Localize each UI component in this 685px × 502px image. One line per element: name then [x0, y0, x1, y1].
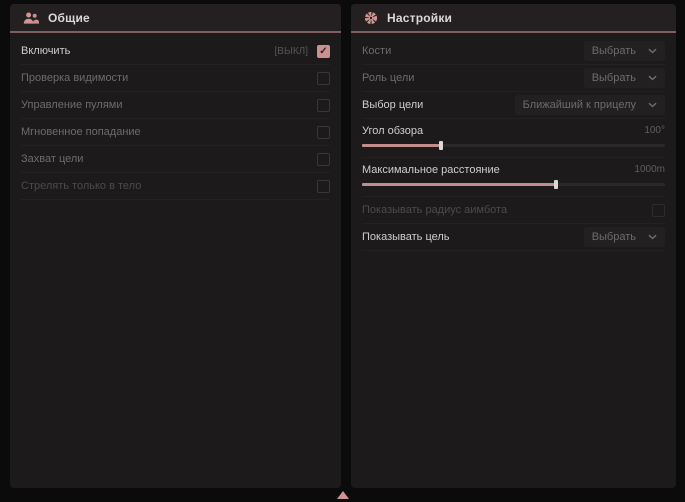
- row-label: Мгновенное попадание: [21, 126, 141, 138]
- bullet-control-checkbox[interactable]: ✓: [317, 99, 330, 112]
- target-role-dropdown[interactable]: Выбрать: [584, 68, 665, 88]
- slider-fill: [362, 183, 556, 186]
- hotkey-badge: [ВЫКЛ]: [275, 46, 308, 57]
- aimbot-radius-checkbox: ✓: [652, 204, 665, 217]
- row-fov: Угол обзора 100°: [362, 119, 665, 158]
- users-icon: [23, 11, 39, 25]
- row-label: Показывать радиус аимбота: [362, 204, 507, 216]
- target-select-dropdown[interactable]: Ближайший к прицелу: [515, 95, 665, 115]
- row-label: Кости: [362, 45, 391, 57]
- panel-settings-header: Настройки: [351, 4, 676, 31]
- row-label: Стрелять только в тело: [21, 180, 141, 192]
- check-icon: ✓: [319, 46, 327, 57]
- row-label: Роль цели: [362, 72, 414, 84]
- row-label: Управление пулями: [21, 99, 123, 111]
- slider-value: 1000m: [634, 164, 665, 175]
- chevron-down-icon: [648, 234, 657, 240]
- row-label: Максимальное расстояние: [362, 164, 500, 176]
- body-only-checkbox[interactable]: ✓: [317, 180, 330, 193]
- dropdown-value: Выбрать: [592, 45, 636, 57]
- row-label: Захват цели: [21, 153, 83, 165]
- panel-settings-title: Настройки: [387, 11, 452, 25]
- row-target-role: Роль цели Выбрать: [362, 65, 665, 92]
- dropdown-value: Выбрать: [592, 231, 636, 243]
- row-label: Выбор цели: [362, 99, 423, 111]
- row-show-aimbot-radius: Показывать радиус аимбота ✓: [362, 197, 665, 224]
- chevron-up-icon[interactable]: [337, 491, 349, 499]
- panel-general-header: Общие: [10, 4, 341, 31]
- bones-dropdown[interactable]: Выбрать: [584, 41, 665, 61]
- show-target-dropdown[interactable]: Выбрать: [584, 227, 665, 247]
- settings-rows: Кости Выбрать Роль цели Выбрать: [351, 33, 676, 251]
- row-max-distance: Максимальное расстояние 1000m: [362, 158, 665, 197]
- slider-value: 100°: [644, 125, 665, 136]
- gear-icon: [364, 11, 378, 25]
- panel-general-title: Общие: [48, 11, 90, 25]
- row-visibility-check[interactable]: Проверка видимости ✓: [21, 65, 330, 92]
- row-target-select: Выбор цели Ближайший к прицелу: [362, 92, 665, 119]
- row-instant-hit[interactable]: Мгновенное попадание ✓: [21, 119, 330, 146]
- row-label: Показывать цель: [362, 231, 450, 243]
- row-label: Включить: [21, 45, 70, 57]
- panel-settings: Настройки Кости Выбрать Роль цели Выбрат…: [351, 4, 676, 488]
- row-bullet-control[interactable]: Управление пулями ✓: [21, 92, 330, 119]
- fov-slider[interactable]: [362, 141, 665, 150]
- chevron-down-icon: [648, 48, 657, 54]
- dropdown-value: Выбрать: [592, 72, 636, 84]
- general-rows: Включить [ВЫКЛ] ✓ Проверка видимости ✓ У…: [10, 33, 341, 200]
- target-lock-checkbox[interactable]: ✓: [317, 153, 330, 166]
- slider-fill: [362, 144, 441, 147]
- panel-general: Общие Включить [ВЫКЛ] ✓ Проверка видимос…: [10, 4, 341, 488]
- max-distance-slider[interactable]: [362, 180, 665, 189]
- row-show-target: Показывать цель Выбрать: [362, 224, 665, 251]
- chevron-down-icon: [648, 102, 657, 108]
- row-label: Проверка видимости: [21, 72, 128, 84]
- row-enable[interactable]: Включить [ВЫКЛ] ✓: [21, 38, 330, 65]
- dropdown-value: Ближайший к прицелу: [523, 99, 636, 111]
- slider-thumb[interactable]: [439, 141, 443, 150]
- row-target-lock[interactable]: Захват цели ✓: [21, 146, 330, 173]
- visibility-checkbox[interactable]: ✓: [317, 72, 330, 85]
- row-body-only[interactable]: Стрелять только в тело ✓: [21, 173, 330, 200]
- row-label: Угол обзора: [362, 125, 423, 137]
- row-bones: Кости Выбрать: [362, 38, 665, 65]
- enable-checkbox[interactable]: ✓: [317, 45, 330, 58]
- instant-hit-checkbox[interactable]: ✓: [317, 126, 330, 139]
- cheat-menu: Общие Включить [ВЫКЛ] ✓ Проверка видимос…: [0, 0, 685, 502]
- slider-thumb[interactable]: [554, 180, 558, 189]
- chevron-down-icon: [648, 75, 657, 81]
